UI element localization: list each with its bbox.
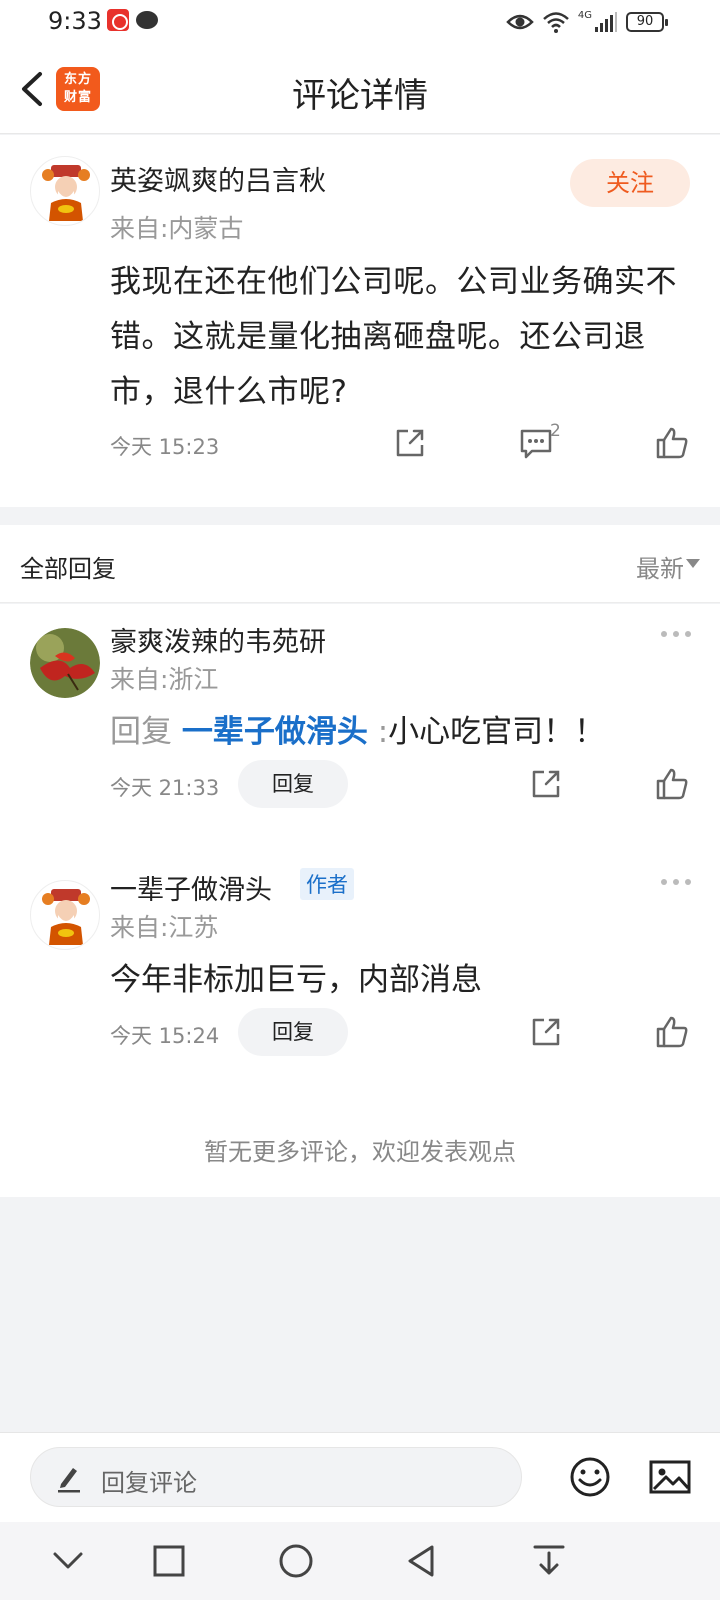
- reply-comment-input[interactable]: 回复评论: [30, 1447, 522, 1507]
- chevron-down-icon[interactable]: [51, 1550, 85, 1572]
- reply-username[interactable]: 一辈子做滑头: [110, 868, 272, 907]
- no-more-comments: 暂无更多评论，欢迎发表观点: [204, 1138, 516, 1166]
- battery-icon: 90: [626, 12, 668, 32]
- comment-count-badge: 2: [550, 421, 561, 441]
- reply-username[interactable]: 豪爽泼辣的韦苑研: [110, 620, 326, 659]
- network-type: 4G: [577, 10, 592, 21]
- share-icon[interactable]: [528, 766, 564, 802]
- post-username[interactable]: 英姿飒爽的吕言秋: [110, 159, 326, 198]
- reply-content: 今年非标加巨亏，内部消息: [110, 962, 482, 998]
- eye-icon: [506, 14, 534, 30]
- more-options-icon[interactable]: [658, 876, 694, 888]
- reply-button[interactable]: 回复: [238, 760, 348, 808]
- sort-dropdown[interactable]: 最新: [636, 549, 684, 584]
- reply-content: 回复 一辈子做滑头 :小心吃官司！！: [110, 706, 605, 751]
- flower-avatar-icon: [30, 628, 100, 698]
- status-time: 9:33: [48, 7, 102, 35]
- main-comment-card: 英姿飒爽的吕言秋 来自:内蒙古 关注 我现在还在他们公司呢。公司业务确实不错。这…: [0, 135, 720, 507]
- more-options-icon[interactable]: [658, 628, 694, 640]
- thumbs-up-icon[interactable]: [654, 1014, 690, 1050]
- reply-prefix: 回复: [110, 714, 172, 750]
- post-timestamp: 今天 15:23: [110, 435, 220, 459]
- reply-location: 来自:浙江: [110, 665, 219, 694]
- reply-button[interactable]: 回复: [238, 1008, 348, 1056]
- thumbs-up-icon[interactable]: [654, 766, 690, 802]
- share-icon[interactable]: [392, 425, 428, 461]
- app-notification-icon: [107, 9, 129, 31]
- status-icons: 4G 90: [506, 8, 668, 36]
- replies-header: 全部回复 最新: [0, 525, 720, 603]
- all-replies-title: 全部回复: [20, 555, 116, 583]
- avatar[interactable]: [30, 628, 100, 698]
- notification-pulldown-icon[interactable]: [532, 1543, 566, 1579]
- chat-notification-icon: [136, 11, 158, 29]
- wifi-icon: [543, 12, 569, 33]
- reply-timestamp: 今天 21:33: [110, 776, 220, 800]
- post-content: 我现在还在他们公司呢。公司业务确实不错。这就是量化抽离砸盘呢。还公司退市，退什么…: [110, 264, 677, 410]
- emoji-icon[interactable]: [568, 1455, 612, 1499]
- reply-timestamp: 今天 15:24: [110, 1024, 220, 1048]
- home-icon[interactable]: [278, 1543, 314, 1579]
- pencil-icon: [58, 1468, 80, 1493]
- back-triangle-icon[interactable]: [404, 1543, 438, 1579]
- post-location: 来自:内蒙古: [110, 214, 244, 243]
- caishen-avatar-icon: [42, 889, 90, 945]
- comment-icon[interactable]: [518, 425, 554, 461]
- share-icon[interactable]: [528, 1014, 564, 1050]
- follow-button[interactable]: 关注: [570, 159, 690, 207]
- signal-icon: [595, 12, 617, 32]
- caishen-avatar-icon: [42, 165, 90, 221]
- reply-target-user[interactable]: 一辈子做滑头: [182, 714, 368, 750]
- caret-down-icon[interactable]: [686, 559, 700, 568]
- status-bar: 9:33 4G 90: [0, 0, 720, 44]
- reply-separator: :: [377, 714, 389, 750]
- reply-input-placeholder: 回复评论: [101, 1469, 197, 1497]
- reply-list: 豪爽泼辣的韦苑研 来自:浙江 回复 一辈子做滑头 :小心吃官司！！ 今天 21:…: [0, 604, 720, 1197]
- reply-location: 来自:江苏: [110, 913, 219, 942]
- reply-input-bar: 回复评论: [0, 1432, 720, 1522]
- recent-apps-icon[interactable]: [152, 1544, 186, 1578]
- page-header: 东方 财富 评论详情: [0, 44, 720, 134]
- author-badge: 作者: [300, 868, 354, 900]
- avatar[interactable]: [30, 156, 100, 226]
- system-navigation-bar: [0, 1522, 720, 1600]
- thumbs-up-icon[interactable]: [654, 425, 690, 461]
- image-icon[interactable]: [648, 1457, 692, 1497]
- page-title: 评论详情: [292, 76, 428, 116]
- avatar[interactable]: [30, 880, 100, 950]
- reply-body: 小心吃官司！！: [388, 714, 606, 750]
